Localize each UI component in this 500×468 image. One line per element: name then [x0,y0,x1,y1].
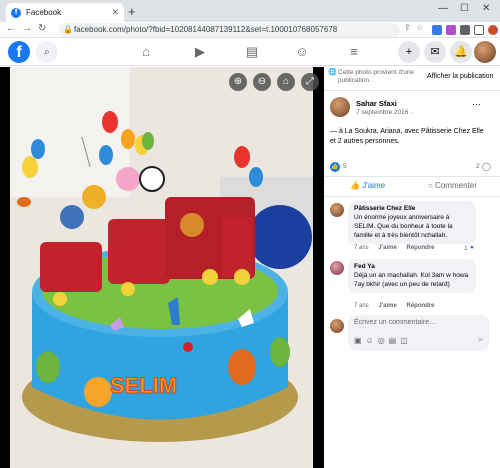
extension-icon[interactable] [432,25,442,35]
notifications-bell-icon[interactable]: 🔔 [450,41,472,63]
comment-actions: 7 ans J'aime Répondre [354,245,435,251]
video-icon[interactable]: ▶ [192,44,208,60]
comment-age: 7 ans [354,245,369,251]
zoom-out-icon[interactable]: ⊖ [253,73,271,91]
divider [324,196,500,197]
like-reaction-icon: 👍 [330,162,340,172]
messenger-icon[interactable]: ✉ [424,41,446,63]
search-icon[interactable]: ⌕ [36,41,58,63]
gif-icon[interactable]: ▤ [389,336,401,345]
new-tab-button[interactable]: + [128,4,136,19]
fullscreen-icon[interactable]: ⤢ [301,73,319,91]
post-panel: 🌐 Cette photo provient d'une publication… [324,67,500,468]
comment-reaction-count[interactable]: 1 [464,245,468,252]
like-reaction-icon: ● [470,244,474,251]
cake-photo: SELIM [10,67,313,468]
author-avatar[interactable] [330,97,350,117]
like-button[interactable]: 👍 J'aime [350,181,385,190]
comment-count[interactable]: 2 [476,163,480,170]
tag-icon[interactable]: ⌂ [277,73,295,91]
author-name[interactable]: Sahar Sfaxi [356,99,397,108]
share-icon[interactable]: ⇪ [404,23,411,32]
facebook-header: f ⌕ ⌂ ▶ ▤ ☺ ≡ + ✉ 🔔 [0,38,500,66]
zoom-in-icon[interactable]: ⊕ [229,73,247,91]
forward-icon[interactable]: → [22,23,32,34]
divider [324,90,500,91]
commenter-avatar[interactable] [330,261,344,275]
browser-tab[interactable]: f Facebook ✕ [6,3,124,22]
menu-icon[interactable]: ≡ [346,44,362,59]
cake-name-text: SELIM [110,373,177,398]
current-user-avatar [330,319,344,333]
comment-reply-link[interactable]: Répondre [406,303,434,309]
facebook-favicon-icon: f [11,7,21,18]
close-window-button[interactable]: ✕ [482,3,490,14]
commenter-name[interactable]: Pâtisserie Chez Elle [354,205,470,212]
post-date[interactable]: 7 septembre 2016 · [356,109,412,116]
create-plus-icon[interactable]: + [398,41,420,63]
sticker-icon[interactable]: ▣ [354,336,366,345]
comment-text: Déjà un an machallah. Kol 3am w howa 7ay… [354,272,469,288]
comment-reply-link[interactable]: Répondre [406,245,434,251]
photo-viewer: SELIM ⊕ ⊖ ⌂ ⤢ [0,67,324,468]
camera-icon[interactable]: ◎ [378,336,389,345]
comment-age: 7 ans [354,303,369,309]
bookmark-star-icon[interactable]: ☆ [416,23,423,32]
marketplace-icon[interactable]: ▤ [244,44,260,60]
tab-close-icon[interactable]: ✕ [111,7,119,18]
divider [324,176,500,177]
comment-bubble: Pâtisserie Chez Elle Un énorme joyeux an… [348,201,476,244]
more-options-icon[interactable]: ··· [472,99,481,109]
view-post-link[interactable]: Afficher la publication [427,73,493,80]
comment-bubble-icon: ◯ [482,162,491,171]
globe-icon: 🌐 [328,69,337,76]
browser-tab-strip: f Facebook ✕ + — ☐ ✕ [0,0,500,22]
commenter-name[interactable]: Fed Ya [354,263,470,270]
comment-tools: ▣☺◎▤◫ [354,336,412,345]
minimize-button[interactable]: — [438,3,448,14]
comment-icon: ○ [428,181,436,190]
stickers-icon[interactable]: ◫ [400,336,412,345]
emoji-icon[interactable]: ☺ [366,336,378,345]
back-icon[interactable]: ← [6,23,16,34]
thumbs-up-icon: 👍 [350,181,363,190]
groups-icon[interactable]: ☺ [294,44,310,59]
notice-text: 🌐 Cette photo provient d'une publication… [328,69,415,84]
comment-like-link[interactable]: J'aime [378,303,396,309]
extension-icon[interactable] [446,25,456,35]
comment-bubble: Fed Ya Déjà un an machallah. Kol 3am w h… [348,259,476,293]
comment-text: Un énorme joyeux anniversaire à SELIM. Q… [354,214,453,239]
browser-toolbar: ← → ↻ 🔒 facebook.com/photo/?fbid=1020814… [0,22,500,38]
comment-input[interactable]: Écrivez un commentaire… ▣☺◎▤◫ ➤ [348,315,490,351]
lock-icon: 🔒 [63,25,73,34]
comment-like-link[interactable]: J'aime [378,245,396,251]
commenter-avatar[interactable] [330,203,344,217]
tab-title: Facebook [26,8,62,17]
account-avatar[interactable] [474,41,496,63]
profile-avatar[interactable] [488,25,498,35]
post-caption: — à La Soukra, Ariana, avec Pâtisserie C… [330,128,484,145]
home-icon[interactable]: ⌂ [138,44,154,59]
facebook-logo-icon[interactable]: f [8,41,30,63]
extensions-puzzle-icon[interactable] [460,25,470,35]
sidepanel-icon[interactable] [474,25,484,35]
url-text: facebook.com/photo/?fbid=102081440871391… [74,25,338,34]
reload-icon[interactable]: ↻ [38,23,46,34]
send-icon[interactable]: ➤ [477,335,484,344]
comment-placeholder: Écrivez un commentaire… [354,319,437,326]
like-count[interactable]: 5 [343,163,347,170]
address-bar[interactable]: 🔒 facebook.com/photo/?fbid=1020814408713… [58,23,400,37]
comment-button[interactable]: ○ Commenter [428,181,477,190]
comment-actions: 7 ans J'aime Répondre [354,303,435,309]
maximize-button[interactable]: ☐ [460,3,469,14]
